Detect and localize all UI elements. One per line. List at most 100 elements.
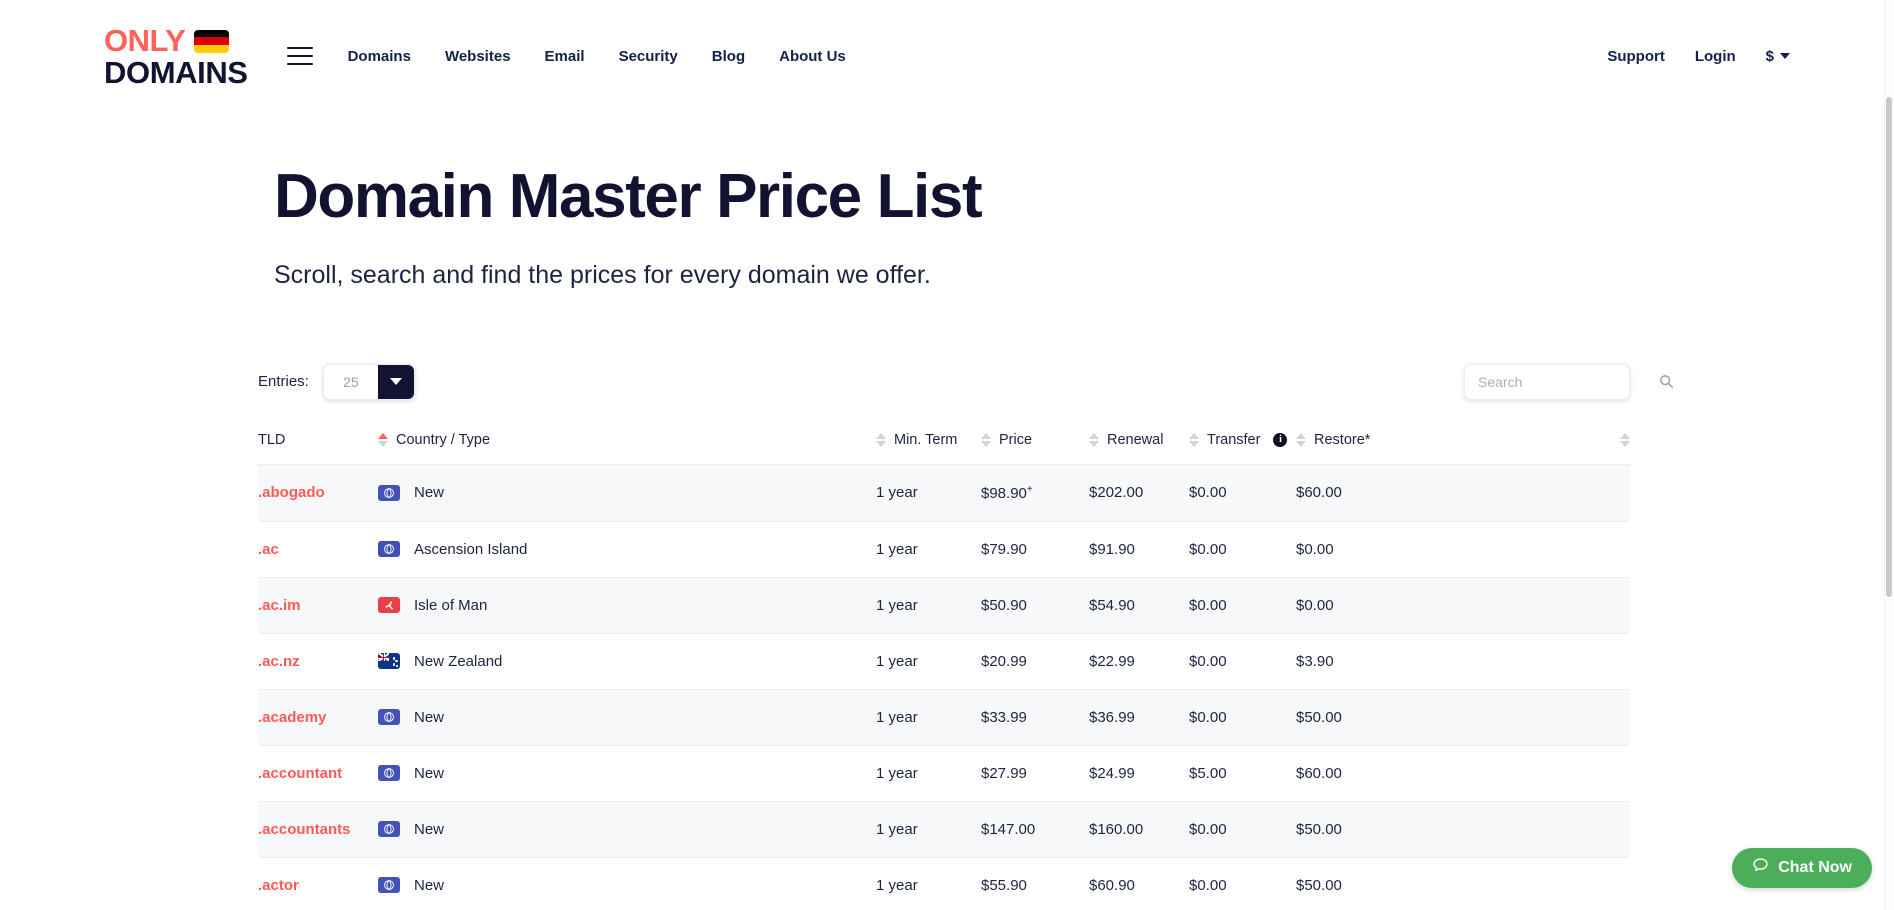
- tld-link[interactable]: .abogado: [258, 484, 325, 501]
- tld-link[interactable]: .ac: [258, 541, 279, 558]
- speech-bubble-icon: [1752, 857, 1769, 879]
- table-row[interactable]: .academy New 1 year $33.99 $36.99 $0.00 $50.00: [258, 688, 1630, 746]
- nav-item-security[interactable]: Security: [619, 48, 678, 65]
- page-scrollbar-thumb[interactable]: [1886, 97, 1892, 597]
- currency-selector[interactable]: $: [1766, 48, 1790, 65]
- cell-tld[interactable]: .ac.nz: [258, 632, 378, 690]
- cell-restore: $50.00: [1296, 688, 1630, 746]
- cell-price: $33.99: [981, 688, 1089, 746]
- site-logo[interactable]: ONLY DOMAINS: [104, 22, 248, 90]
- cell-country-type: New: [378, 800, 876, 858]
- cell-price: $79.90: [981, 520, 1089, 578]
- table-row[interactable]: .abogado New 1 year $98.90+ $202.00 $0.00 $60.…: [258, 463, 1630, 522]
- column-header-transfer[interactable]: Transfer i: [1189, 432, 1296, 465]
- cell-restore: $60.00: [1296, 744, 1630, 802]
- entries-dropdown-button[interactable]: [377, 364, 414, 399]
- column-label-min-term: Min. Term: [894, 431, 958, 448]
- column-label-country-type: Country / Type: [396, 431, 491, 448]
- login-link[interactable]: Login: [1695, 48, 1736, 65]
- info-icon[interactable]: i: [1273, 432, 1288, 447]
- nav-item-email[interactable]: Email: [545, 48, 585, 65]
- cell-min-term: 1 year: [876, 688, 981, 746]
- cell-price: $27.99: [981, 744, 1089, 802]
- table-row[interactable]: .ac.im Isle of Man 1 year $50.90 $54.90 $0.00…: [258, 576, 1630, 634]
- tld-link[interactable]: .ac.nz: [258, 653, 300, 670]
- support-link[interactable]: Support: [1607, 48, 1665, 65]
- page-title: Domain Master Price List: [274, 162, 983, 231]
- cell-restore: $50.00: [1296, 856, 1630, 910]
- sort-toggle-restore[interactable]: [1620, 432, 1630, 447]
- domain-price-table: TLD Country / Type Min. Term Price Renew…: [258, 432, 1630, 910]
- search-input[interactable]: [1478, 373, 1659, 390]
- cell-renewal: $22.99: [1089, 632, 1189, 690]
- column-header-restore[interactable]: Restore*: [1296, 432, 1630, 465]
- cell-tld[interactable]: .ac.im: [258, 576, 378, 634]
- table-row[interactable]: .ac Ascension Island 1 year $79.90 $91.90 $0.…: [258, 520, 1630, 578]
- logo-text-only: ONLY: [104, 22, 186, 58]
- entries-selected-value: 25: [343, 373, 359, 390]
- cell-transfer: $5.00: [1189, 744, 1296, 802]
- sort-toggle-price[interactable]: [1089, 432, 1099, 447]
- sort-toggle-min-term[interactable]: [981, 432, 991, 447]
- cell-country-type: New: [378, 856, 876, 910]
- table-row[interactable]: .accountants New 1 year $147.00 $160.00 $0.00…: [258, 800, 1630, 858]
- logo-text-domains: DOMAINS: [104, 54, 248, 90]
- tld-link[interactable]: .actor: [258, 877, 299, 894]
- currency-symbol: $: [1765, 47, 1774, 65]
- cell-country-type: Ascension Island: [378, 520, 876, 578]
- country-type-label: New: [414, 484, 445, 502]
- sort-toggle-renewal[interactable]: [1189, 432, 1199, 447]
- cell-country-type: Isle of Man: [378, 576, 876, 634]
- country-type-label: New: [414, 876, 445, 894]
- entries-select[interactable]: 25: [322, 363, 415, 400]
- cell-min-term: 1 year: [876, 520, 981, 578]
- table-row[interactable]: .actor New 1 year $55.90 $60.90 $0.00 $50.00: [258, 856, 1630, 910]
- nav-item-websites[interactable]: Websites: [445, 48, 511, 65]
- column-header-min-term[interactable]: Min. Term: [876, 432, 981, 465]
- sort-toggle-transfer[interactable]: [1296, 432, 1306, 447]
- search-icon: [1659, 374, 1674, 389]
- cell-tld[interactable]: .abogado: [258, 463, 378, 522]
- cell-renewal: $36.99: [1089, 688, 1189, 746]
- globe-icon: [378, 765, 400, 782]
- cell-tld[interactable]: .academy: [258, 688, 378, 746]
- nav-item-about-us[interactable]: About Us: [779, 48, 846, 65]
- tld-link[interactable]: .ac.im: [258, 597, 301, 614]
- column-header-tld[interactable]: TLD: [258, 432, 378, 465]
- table-row[interactable]: .ac.nz New Zealand 1 year $20.99 $22.99 $0.00…: [258, 632, 1630, 690]
- cell-tld[interactable]: .accountant: [258, 744, 378, 802]
- cell-restore: $0.00: [1296, 520, 1630, 578]
- table-header-row: TLD Country / Type Min. Term Price Renew…: [258, 432, 1630, 465]
- table-head: TLD Country / Type Min. Term Price Renew…: [258, 432, 1630, 465]
- cell-tld[interactable]: .accountants: [258, 800, 378, 858]
- cell-transfer: $0.00: [1189, 856, 1296, 910]
- tld-link[interactable]: .accountant: [258, 765, 342, 782]
- cell-country-type: New: [378, 463, 876, 522]
- country-type-label: New: [414, 820, 445, 838]
- nav-item-blog[interactable]: Blog: [712, 48, 745, 65]
- cell-country-type: New: [378, 688, 876, 746]
- cell-tld[interactable]: .actor: [258, 856, 378, 910]
- nav-item-domains[interactable]: Domains: [348, 48, 411, 65]
- column-header-country-type[interactable]: Country / Type: [378, 432, 876, 465]
- column-header-price[interactable]: Price: [981, 432, 1089, 465]
- cell-tld[interactable]: .ac: [258, 520, 378, 578]
- sort-toggle-tld[interactable]: [378, 432, 388, 447]
- column-header-renewal[interactable]: Renewal: [1089, 432, 1189, 465]
- chat-now-button[interactable]: Chat Now: [1732, 848, 1872, 888]
- cell-restore: $3.90: [1296, 632, 1630, 690]
- cell-price: $55.90: [981, 856, 1089, 910]
- chat-now-label: Chat Now: [1778, 859, 1852, 876]
- sort-toggle-country-type[interactable]: [876, 432, 886, 447]
- cell-restore: $60.00: [1296, 463, 1630, 522]
- tld-link[interactable]: .academy: [258, 709, 326, 726]
- search-box[interactable]: [1464, 363, 1674, 400]
- table-body: .abogado New 1 year $98.90+ $202.00 $0.00 $60.…: [258, 463, 1630, 910]
- tld-link[interactable]: .accountants: [258, 821, 351, 838]
- hamburger-menu-icon[interactable]: [286, 47, 313, 65]
- cell-price: $147.00: [981, 800, 1089, 858]
- cell-transfer: $0.00: [1189, 520, 1296, 578]
- page-scrollbar-track[interactable]: [1884, 0, 1894, 910]
- cell-renewal: $60.90: [1089, 856, 1189, 910]
- table-row[interactable]: .accountant New 1 year $27.99 $24.99 $5.00 $60…: [258, 744, 1630, 802]
